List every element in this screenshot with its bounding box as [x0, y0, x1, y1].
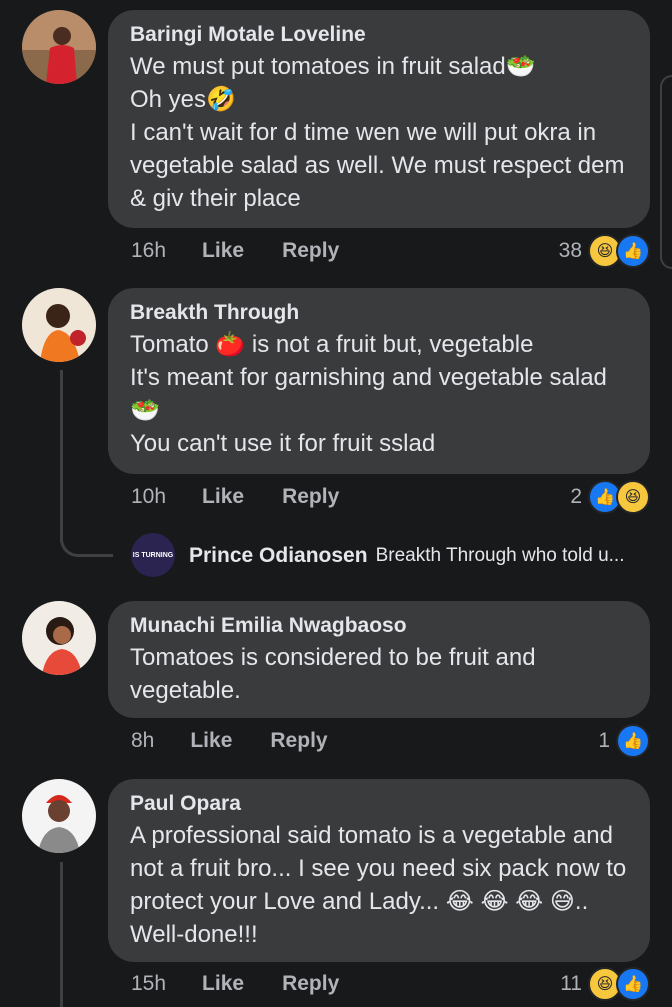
comment-bubble: Munachi Emilia Nwagbaoso Tomatoes is con…: [108, 601, 650, 718]
reaction-summary[interactable]: 1 👍: [598, 724, 650, 758]
comment-actions: 10h Like Reply: [131, 480, 377, 514]
reaction-count: 11: [560, 972, 582, 995]
reaction-summary[interactable]: 11 😆 👍: [560, 967, 650, 1001]
avatar[interactable]: [22, 601, 96, 675]
comment-author[interactable]: Munachi Emilia Nwagbaoso: [130, 613, 628, 639]
avatar-photo: [22, 10, 96, 84]
thread-line: [60, 862, 63, 1007]
thread-line: [60, 370, 63, 542]
comment-time: 15h: [131, 972, 167, 995]
like-button[interactable]: Like: [190, 729, 232, 753]
comment-time: 10h: [131, 485, 167, 508]
comment-time: 16h: [131, 239, 167, 262]
comment-line: We must put tomatoes in fruit salad🥗: [130, 53, 536, 80]
comment-line: I can't wait for d time wen we will put …: [130, 119, 625, 212]
reply-author[interactable]: Prince Odianosen: [189, 544, 368, 568]
comment-line: A professional said tomato is a vegetabl…: [130, 822, 627, 948]
comment-line: It's meant for garnishing and vegetable …: [130, 364, 607, 424]
comment-line: Tomatoes is considered to be fruit and v…: [130, 644, 536, 704]
comment-line: Oh yes🤣: [130, 86, 236, 113]
reply-button[interactable]: Reply: [270, 729, 327, 753]
like-button[interactable]: Like: [202, 485, 244, 509]
comment-bubble: Paul Opara A professional said tomato is…: [108, 779, 650, 962]
reply-button[interactable]: Reply: [282, 972, 339, 996]
avatar-photo: [22, 601, 96, 675]
comment-actions: 16h Like Reply: [131, 234, 377, 268]
comment-bubble: Baringi Motale Loveline We must put toma…: [108, 10, 650, 228]
like-icon: 👍: [616, 967, 650, 1001]
comment-bubble: Breakth Through Tomato 🍅 is not a fruit …: [108, 288, 650, 474]
comment-author[interactable]: Baringi Motale Loveline: [130, 22, 628, 48]
comment-time: 8h: [131, 729, 155, 752]
haha-icon: 😆: [616, 480, 650, 514]
avatar[interactable]: [22, 10, 96, 84]
thread-curve: [60, 532, 113, 557]
reaction-summary[interactable]: 38 😆 👍: [559, 234, 650, 268]
like-icon: 👍: [616, 234, 650, 268]
reaction-count: 2: [570, 485, 582, 508]
avatar-photo: [22, 779, 96, 853]
scrollbar[interactable]: [660, 75, 672, 269]
comment-author[interactable]: Paul Opara: [130, 791, 628, 817]
comment-author[interactable]: Breakth Through: [130, 300, 628, 326]
comment-line: Tomato 🍅 is not a fruit but, vegetable: [130, 331, 534, 358]
avatar: IS TURNING: [131, 533, 175, 577]
reply-preview[interactable]: IS TURNING Prince Odianosen Breakth Thro…: [131, 533, 650, 579]
reply-avatar-text: IS TURNING: [131, 533, 175, 577]
like-button[interactable]: Like: [202, 972, 244, 996]
comment-actions: 15h Like Reply: [131, 967, 377, 1001]
avatar[interactable]: [22, 779, 96, 853]
comment-line: You can't use it for fruit sslad: [130, 430, 436, 457]
avatar-photo: [22, 288, 96, 362]
like-icon: 👍: [616, 724, 650, 758]
like-button[interactable]: Like: [202, 239, 244, 263]
reply-button[interactable]: Reply: [282, 485, 339, 509]
reaction-summary[interactable]: 2 👍 😆: [570, 480, 650, 514]
reply-button[interactable]: Reply: [282, 239, 339, 263]
reaction-count: 1: [598, 729, 610, 752]
reply-text: Breakth Through who told u...: [375, 545, 625, 566]
reaction-count: 38: [558, 239, 582, 262]
avatar[interactable]: [22, 288, 96, 362]
comment-actions: 8h Like Reply: [131, 724, 366, 758]
